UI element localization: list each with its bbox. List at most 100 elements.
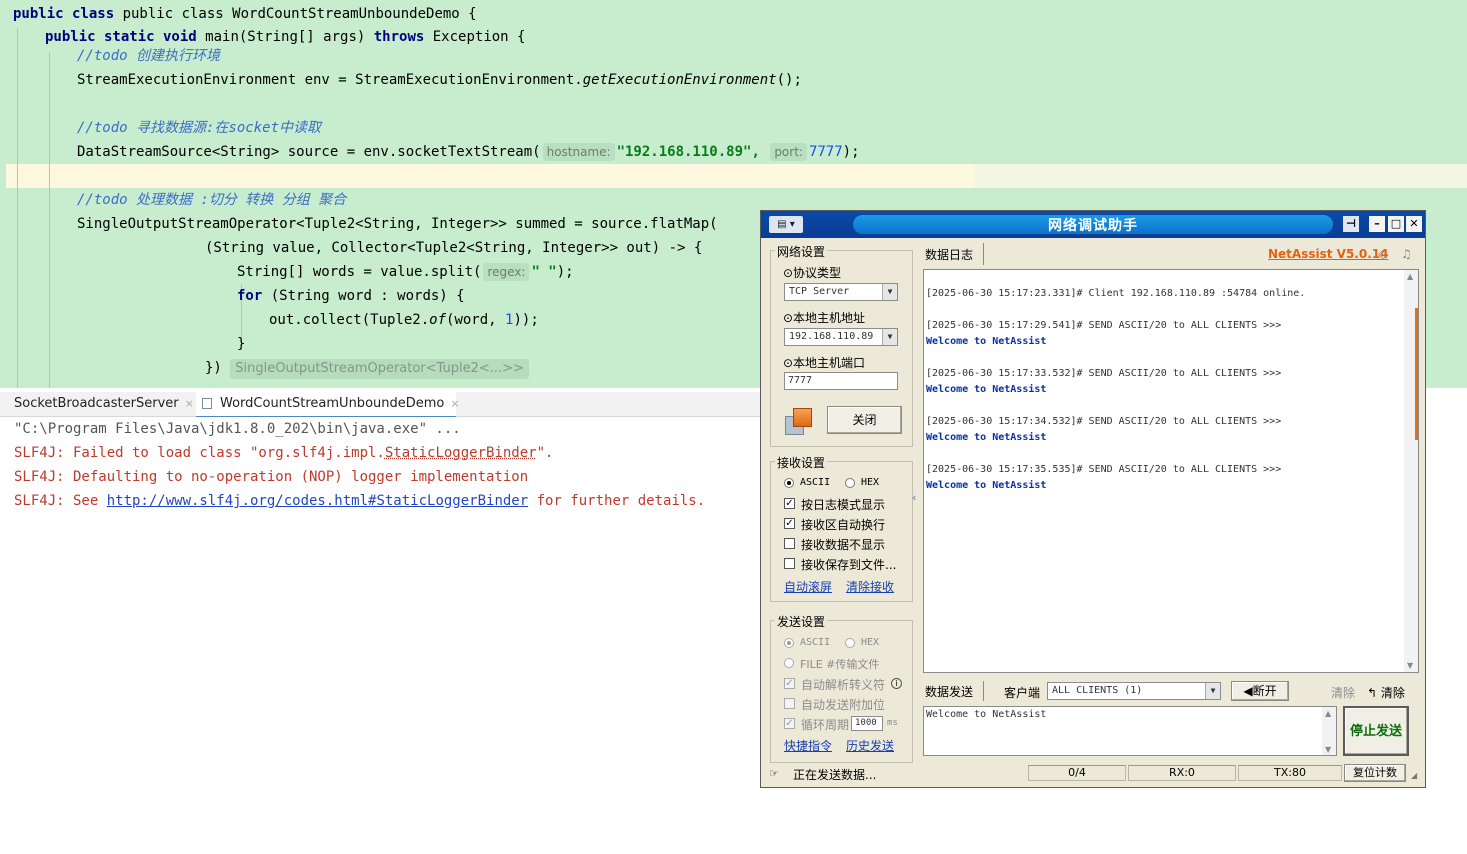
receive-log[interactable]: [2025-06-30 15:17:23.331]# Client 192.16… [923,269,1419,673]
bell-icon[interactable]: ♫ [1401,247,1412,261]
send-hex-radio[interactable] [845,638,855,648]
loop-period-input[interactable]: 1000 [851,716,883,731]
scroll-down-icon[interactable]: ▼ [1407,661,1413,670]
scroll-up-icon[interactable]: ▲ [1325,709,1331,718]
param-hint-port: port: [770,143,807,161]
class-declaration: public class WordCountStreamUnboundeDemo… [122,6,477,22]
tab-data-log[interactable]: 数据日志 [923,243,984,265]
netassist-window: ▤ ▾ 网络调试助手 ⊣ – □ ✕ 网络设置 ⊙协议类型 TCP Server… [760,210,1426,788]
loop-period-checkbox[interactable]: ✓ [784,718,795,729]
host-label: ⊙本地主机地址 [783,311,866,325]
send-count: 0/4 [1028,765,1126,781]
stop-send-button[interactable]: 停止发送 [1343,706,1409,756]
recv-ascii-radio[interactable] [784,478,794,488]
code-line-1: public class public class WordCountStrea… [13,6,477,22]
close-connection-button[interactable]: 关闭 [827,406,902,434]
maximize-button[interactable]: □ [1388,216,1404,232]
log-mode-checkbox[interactable]: ✓ [784,498,795,509]
reset-counter-button[interactable]: 复位计数 [1344,764,1406,782]
send-file-radio[interactable] [784,658,794,668]
tab-socket-broadcaster-server[interactable]: SocketBroadcasterServer × [0,392,194,416]
code-comment-2: //todo 寻找数据源:在socket中读取 [77,120,322,136]
console-error-line: SLF4J: Failed to load class "org.slf4j.i… [14,441,553,465]
auto-wrap-label: 接收区自动换行 [801,518,886,532]
code-comment-3: //todo 处理数据 :切分 转换 分组 聚合 [77,192,347,208]
close-icon[interactable]: × [450,397,459,410]
close-icon[interactable]: × [185,397,194,410]
collapse-arrow-icon[interactable]: ‹ [912,491,916,504]
clear-send-button[interactable]: ↰ 清除 [1367,684,1405,701]
info-icon[interactable]: i [891,678,902,689]
host-select[interactable]: 192.168.110.89 ▼ [784,328,898,346]
auto-wrap-checkbox[interactable]: ✓ [784,518,795,529]
log-entry-header: [2025-06-30 15:17:33.532]# SEND ASCII/20… [926,368,1282,379]
hide-data-checkbox[interactable] [784,538,795,549]
log-entry-header: [2025-06-30 15:17:29.541]# SEND ASCII/20… [926,320,1282,331]
resize-grip-icon[interactable]: ◢ [1411,771,1417,780]
indent-guide [17,28,18,388]
type-inlay-hint[interactable]: SingleOutputStreamOperator<Tuple2<...>> [230,359,529,379]
auto-scroll-link[interactable]: 自动滚屏 [784,578,832,595]
code-line-10: String[] words = value.split(regex: " "); [237,260,574,284]
indent-guide [49,52,50,388]
send-history-link[interactable]: 历史发送 [846,737,894,754]
send-scrollbar[interactable]: ▲ ▼ [1322,707,1336,755]
quick-commands-link[interactable]: 快捷指令 [784,737,832,754]
code-line-6: DataStreamSource<String> source = env.so… [77,140,860,164]
client-label: 客户端 [1004,686,1041,700]
console-command-line: "C:\Program Files\Java\jdk1.8.0_202\bin\… [14,421,461,437]
code-text: ); [842,144,860,160]
scroll-down-icon[interactable]: ▼ [1325,745,1331,754]
disconnect-button[interactable]: ◀断开 [1231,681,1289,701]
title-bar[interactable]: ▤ ▾ 网络调试助手 ⊣ – □ ✕ [761,211,1425,238]
client-value: ALL CLIENTS (1) [1052,685,1143,696]
run-tab-bar: SocketBroadcasterServer × WordCountStream… [0,392,760,418]
clear-send-dim-label: 清除 [1331,686,1356,700]
send-hex-label: HEX [861,637,880,648]
diamond-icon[interactable]: ◇ [1378,247,1388,262]
code-text: DataStreamSource<String> source = env.so… [77,144,541,160]
rx-counter: RX:0 [1128,765,1236,781]
client-select[interactable]: ALL CLIENTS (1) ▼ [1047,682,1221,700]
recv-hex-radio[interactable] [845,478,855,488]
protocol-select[interactable]: TCP Server ▼ [784,283,898,301]
side-splitter[interactable]: ‹ [912,461,917,601]
append-bits-label: 自动发送附加位 [801,698,886,712]
clear-receive-link[interactable]: 清除接收 [846,578,894,595]
pin-icon[interactable]: ⊣ [1343,216,1359,232]
save-to-file-checkbox[interactable] [784,558,795,569]
code-line-11: for (String word : words) { [237,284,465,308]
class-reference[interactable]: StaticLoggerBinder [385,445,537,461]
clear-send-label: 清除 [1380,686,1405,700]
log-entry-body: Welcome to NetAssist [926,336,1047,347]
log-entry-header: [2025-06-30 15:17:23.331]# Client 192.16… [926,288,1306,299]
code-line-14: }) SingleOutputStreamOperator<Tuple2<...… [205,356,529,380]
chevron-down-icon: ▼ [882,329,897,345]
send-ascii-label: ASCII [800,637,831,648]
disconnect-label: 断开 [1252,684,1277,698]
send-ascii-radio[interactable] [784,638,794,648]
run-console[interactable]: "C:\Program Files\Java\jdk1.8.0_202\bin\… [0,417,760,854]
scroll-thumb[interactable] [1415,308,1418,440]
window-title: 网络调试助手 [1048,218,1138,234]
send-textarea[interactable]: Welcome to NetAssist ▲ ▼ [923,706,1337,756]
scroll-up-icon[interactable]: ▲ [1407,272,1413,281]
log-entry-header: [2025-06-30 15:17:35.535]# SEND ASCII/20… [926,464,1282,475]
log-entry-header: [2025-06-30 15:17:34.532]# SEND ASCII/20… [926,416,1282,427]
log-entry-body: Welcome to NetAssist [926,432,1047,443]
parse-escape-checkbox[interactable]: ✓ [784,678,795,689]
host-value: 192.168.110.89 [789,331,874,342]
log-scrollbar[interactable]: ▲ ▼ [1404,270,1418,672]
connection-status-icon [785,408,812,435]
code-text: String[] words = value.split( [237,264,482,280]
console-link[interactable]: http://www.slf4j.org/codes.html#StaticLo… [107,493,528,509]
caret-line-margin [974,164,1467,188]
tab-data-send[interactable]: 数据发送 [923,681,984,701]
minimize-button[interactable]: – [1369,216,1385,232]
save-to-file-label: 接收保存到文件... [801,558,897,572]
close-button[interactable]: ✕ [1406,216,1422,232]
port-input[interactable]: 7777 [784,372,898,390]
append-bits-checkbox[interactable] [784,698,795,709]
tab-word-count-stream-unbounde-demo[interactable]: WordCountStreamUnboundeDemo × [196,392,460,418]
brand-link[interactable]: NetAssist V5.0.14 [1268,247,1388,261]
